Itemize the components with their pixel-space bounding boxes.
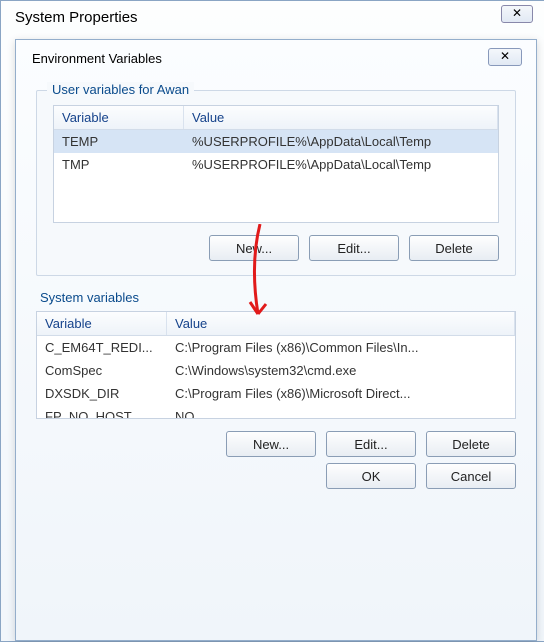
cancel-button[interactable]: Cancel <box>426 463 516 489</box>
system-list-header: Variable Value <box>37 312 515 336</box>
system-properties-window: ✕ System Properties Environment Variable… <box>0 0 544 642</box>
user-variables-label: User variables for Awan <box>47 82 194 97</box>
dialog-button-row: OK Cancel <box>16 457 536 499</box>
cell-value: NO <box>167 407 515 419</box>
system-header-value[interactable]: Value <box>167 312 515 335</box>
cell-value: %USERPROFILE%\AppData\Local\Temp <box>184 155 498 174</box>
cell-value: C:\Program Files (x86)\Microsoft Direct.… <box>167 384 515 403</box>
user-header-value[interactable]: Value <box>184 106 498 129</box>
list-item[interactable]: DXSDK_DIR C:\Program Files (x86)\Microso… <box>37 382 515 405</box>
user-new-button[interactable]: New... <box>209 235 299 261</box>
cell-variable: ComSpec <box>37 361 167 380</box>
inner-title-text: Environment Variables <box>32 51 162 66</box>
list-item-empty <box>54 199 498 222</box>
user-variables-list[interactable]: Variable Value TEMP %USERPROFILE%\AppDat… <box>53 105 499 223</box>
list-item[interactable]: TMP %USERPROFILE%\AppData\Local\Temp <box>54 153 498 176</box>
user-delete-button[interactable]: Delete <box>409 235 499 261</box>
user-variables-group: User variables for Awan Variable Value T… <box>36 90 516 276</box>
list-item[interactable]: FP_NO_HOST_C... NO <box>37 405 515 419</box>
cell-variable: TMP <box>54 155 184 174</box>
outer-window-title: System Properties <box>1 1 544 36</box>
cell-variable: DXSDK_DIR <box>37 384 167 403</box>
cell-value: C:\Program Files (x86)\Common Files\In..… <box>167 338 515 357</box>
list-item-empty <box>54 176 498 199</box>
user-header-variable[interactable]: Variable <box>54 106 184 129</box>
system-delete-button[interactable]: Delete <box>426 431 516 457</box>
system-list-body: C_EM64T_REDI... C:\Program Files (x86)\C… <box>37 336 515 419</box>
list-item[interactable]: C_EM64T_REDI... C:\Program Files (x86)\C… <box>37 336 515 359</box>
inner-close-button[interactable]: ✕ <box>488 48 522 66</box>
inner-window-title: Environment Variables ✕ <box>16 40 536 80</box>
dialog-content: User variables for Awan Variable Value T… <box>16 80 536 457</box>
cell-variable: TEMP <box>54 132 184 151</box>
system-button-row: New... Edit... Delete <box>36 431 516 457</box>
outer-close-button[interactable]: ✕ <box>501 5 533 23</box>
system-edit-button[interactable]: Edit... <box>326 431 416 457</box>
system-new-button[interactable]: New... <box>226 431 316 457</box>
list-item[interactable]: ComSpec C:\Windows\system32\cmd.exe <box>37 359 515 382</box>
cell-variable: FP_NO_HOST_C... <box>37 407 167 419</box>
user-list-header: Variable Value <box>54 106 498 130</box>
environment-variables-dialog: Environment Variables ✕ User variables f… <box>15 39 537 641</box>
system-variables-list[interactable]: Variable Value C_EM64T_REDI... C:\Progra… <box>36 311 516 419</box>
system-header-variable[interactable]: Variable <box>37 312 167 335</box>
cell-variable: C_EM64T_REDI... <box>37 338 167 357</box>
cell-value: %USERPROFILE%\AppData\Local\Temp <box>184 132 498 151</box>
system-variables-label: System variables <box>40 290 516 305</box>
user-button-row: New... Edit... Delete <box>53 235 499 261</box>
ok-button[interactable]: OK <box>326 463 416 489</box>
cell-value: C:\Windows\system32\cmd.exe <box>167 361 515 380</box>
list-item[interactable]: TEMP %USERPROFILE%\AppData\Local\Temp <box>54 130 498 153</box>
user-list-body: TEMP %USERPROFILE%\AppData\Local\Temp TM… <box>54 130 498 222</box>
user-edit-button[interactable]: Edit... <box>309 235 399 261</box>
